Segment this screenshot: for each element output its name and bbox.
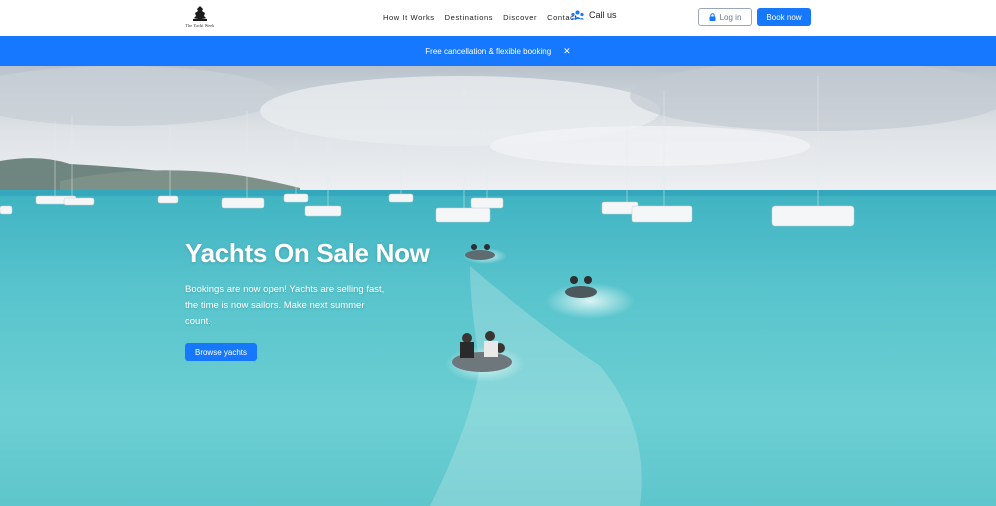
- lock-icon: [709, 13, 716, 21]
- site-header: The Yacht Week How It Works Destinations…: [0, 0, 996, 36]
- banner-text: Free cancellation & flexible booking: [425, 46, 552, 56]
- browse-yachts-button[interactable]: Browse yachts: [185, 343, 257, 361]
- book-now-button[interactable]: Book now: [757, 8, 811, 26]
- logo[interactable]: The Yacht Week: [183, 5, 217, 31]
- close-icon[interactable]: ✕: [563, 46, 571, 57]
- main-nav: How It Works Destinations Discover Conta…: [383, 13, 587, 22]
- hero-section: Yachts On Sale Now Bookings are now open…: [0, 66, 996, 506]
- nav-how-it-works[interactable]: How It Works: [383, 13, 435, 22]
- hero-title: Yachts On Sale Now: [185, 238, 430, 268]
- hero-description: Bookings are now open! Yachts are sellin…: [185, 284, 385, 327]
- yacht-week-logo-icon: [193, 6, 207, 21]
- logo-text: The Yacht Week: [185, 23, 215, 28]
- login-label: Log in: [719, 12, 742, 22]
- call-us-label: Call us: [589, 10, 617, 20]
- hero-background-image: [0, 66, 996, 506]
- call-us-link[interactable]: Call us: [571, 10, 617, 20]
- promo-banner: Free cancellation & flexible booking ✕: [0, 36, 996, 66]
- nav-discover[interactable]: Discover: [503, 13, 537, 22]
- login-button[interactable]: Log in: [698, 8, 752, 26]
- call-icon: [571, 10, 584, 20]
- nav-destinations[interactable]: Destinations: [445, 13, 493, 22]
